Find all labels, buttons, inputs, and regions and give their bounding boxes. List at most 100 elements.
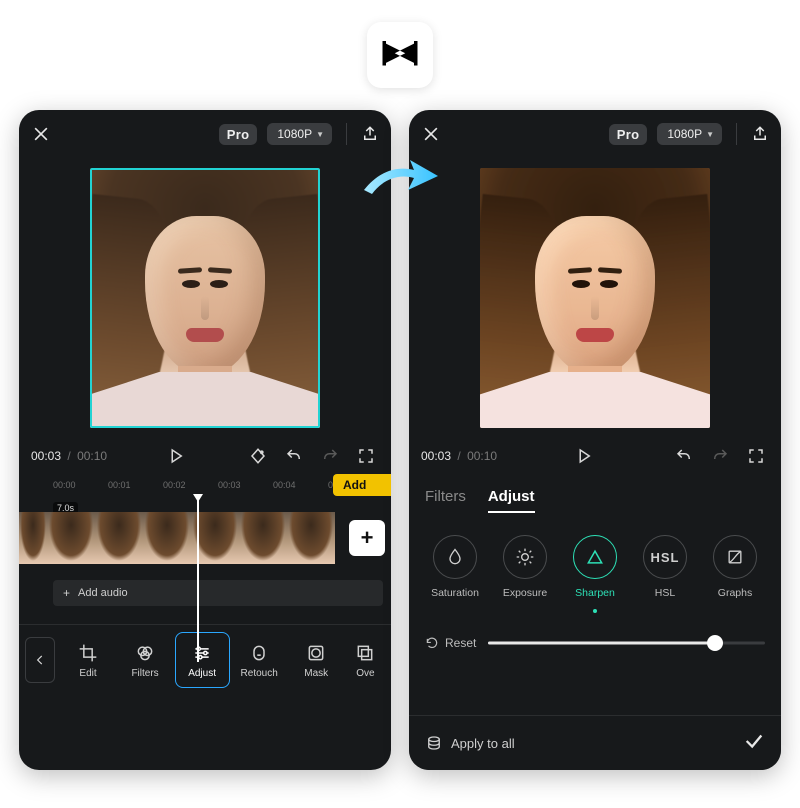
triangle-icon [573,535,617,579]
clip-strip[interactable] [19,512,341,564]
option-label: Exposure [503,587,547,599]
time-readout: 00:03 / 00:10 [31,449,107,463]
playhead[interactable] [197,498,199,662]
slider-row: Reset [409,617,781,659]
close-icon[interactable] [421,124,441,144]
fullscreen-button[interactable] [743,443,769,469]
reset-button[interactable]: Reset [425,636,476,650]
option-graphs[interactable]: Graphs [703,535,767,599]
ruler-tick: 00:04 [273,480,328,490]
tool-label: Filters [131,668,158,679]
option-label: Graphs [718,587,752,599]
editor-after: Pro 1080P ▼ 00:03 / 00:10 [409,110,781,770]
clip-preview[interactable] [90,168,320,428]
tool-label: Adjust [188,668,216,679]
editor-before: Pro 1080P ▼ 00:03 / 00:10 [19,110,391,770]
overlay-icon [354,642,376,664]
tool-retouch[interactable]: Retouch [232,632,287,688]
tool-edit[interactable]: Edit [61,632,116,688]
top-bar: Pro 1080P ▼ [409,110,781,158]
preview-viewport[interactable] [409,158,781,438]
ruler-tick: 00:02 [163,480,218,490]
adjust-icon [191,642,213,664]
panel-tabs: Filters Adjust [409,474,781,515]
play-bar: 00:03 / 00:10 [409,438,781,474]
back-button[interactable] [25,637,55,683]
chevron-down-icon: ▼ [316,130,324,139]
tool-filters[interactable]: Filters [118,632,173,688]
option-label: Saturation [431,587,479,599]
pro-badge[interactable]: Pro [219,124,258,145]
sharpen-slider[interactable] [488,633,765,653]
confirm-button[interactable] [743,730,765,757]
crop-icon [77,642,99,664]
option-label: HSL [655,587,675,599]
hsl-icon: HSL [643,535,687,579]
chevron-down-icon: ▼ [706,130,714,139]
tab-filters[interactable]: Filters [425,488,466,505]
add-audio-label: Add audio [78,587,128,599]
active-dot [593,609,597,613]
divider [346,123,347,145]
tool-label: Edit [79,668,96,679]
arrow-icon [360,156,440,202]
option-label: Sharpen [575,587,615,599]
pro-badge[interactable]: Pro [609,124,648,145]
apply-to-all-button[interactable]: Apply to all [425,734,515,752]
timeline[interactable]: 00:00 00:01 00:02 00:03 00:04 00:05 Add … [19,474,391,770]
option-hsl[interactable]: HSL HSL [633,535,697,599]
resolution-selector[interactable]: 1080P ▼ [657,123,722,145]
preview-viewport[interactable] [19,158,391,438]
redo-button[interactable] [707,443,733,469]
adjust-options: Saturation Exposure Sharpen HSL HSL [409,515,781,617]
option-sharpen[interactable]: Sharpen [563,535,627,613]
mask-icon [305,642,327,664]
tool-overlay[interactable]: Ove [346,632,385,688]
plus-icon: + [63,586,70,600]
tool-adjust[interactable]: Adjust [175,632,230,688]
fullscreen-button[interactable] [353,443,379,469]
redo-button[interactable] [317,443,343,469]
play-button[interactable] [571,443,597,469]
option-saturation[interactable]: Saturation [423,535,487,599]
play-button[interactable] [163,443,189,469]
tool-mask[interactable]: Mask [289,632,344,688]
undo-button[interactable] [671,443,697,469]
tool-label: Ove [356,668,374,679]
ruler-tick: 00:00 [53,480,108,490]
top-bar: Pro 1080P ▼ [19,110,391,158]
resolution-value: 1080P [667,127,702,141]
app-logo [367,22,433,88]
keyframe-icon[interactable] [245,443,271,469]
export-icon[interactable] [361,125,379,143]
sun-icon [503,535,547,579]
capcut-icon [379,34,421,76]
apply-label: Apply to all [451,736,515,751]
total-time: 00:10 [467,449,497,463]
tool-label: Retouch [241,668,278,679]
retouch-icon [248,642,270,664]
export-icon[interactable] [751,125,769,143]
apply-row: Apply to all [409,716,781,770]
total-time: 00:10 [77,449,107,463]
resolution-value: 1080P [277,127,312,141]
close-icon[interactable] [31,124,51,144]
current-time: 00:03 [421,449,451,463]
filters-icon [134,642,156,664]
ruler-tick: 00:03 [218,480,273,490]
option-exposure[interactable]: Exposure [493,535,557,599]
add-media-button[interactable]: + [349,520,385,556]
portrait-image [480,168,710,428]
clip-track[interactable]: 7.0s + [19,504,391,572]
portrait-image [90,168,320,428]
add-audio-button[interactable]: + Add audio [53,580,383,606]
undo-button[interactable] [281,443,307,469]
clip-preview[interactable] [480,168,710,428]
add-clip-button[interactable]: Add [333,474,391,496]
tool-label: Mask [304,668,328,679]
stack-icon [425,734,443,752]
ruler-tick: 00:01 [108,480,163,490]
resolution-selector[interactable]: 1080P ▼ [267,123,332,145]
play-bar: 00:03 / 00:10 [19,438,391,474]
tab-adjust[interactable]: Adjust [488,488,535,505]
